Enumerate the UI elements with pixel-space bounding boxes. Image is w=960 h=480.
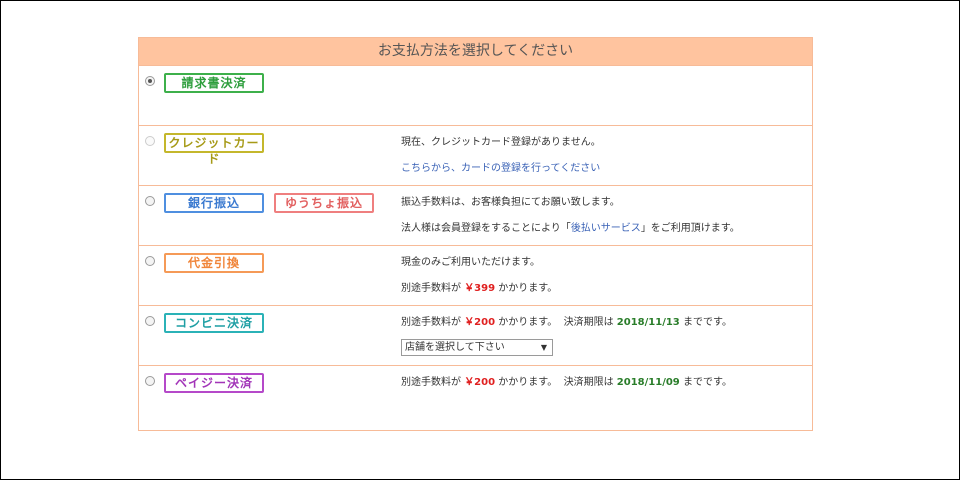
cod-badge[interactable]: 代金引換 [164,253,264,273]
payment-option-bank-transfer: 銀行振込 ゆうちょ振込 振込手数料は、お客様負担にてお願い致します。 法人様は会… [139,186,812,246]
cod-cash-notice: 現金のみご利用いただけます。 [401,257,540,268]
cod-fee: 別途手数料が ￥399 かかります。 [401,282,801,308]
cod-info: 現金のみご利用いただけます。 別途手数料が ￥399 かかります。 [401,256,801,308]
credit-card-badge[interactable]: クレジットカード [164,133,264,166]
credit-card-radio[interactable] [145,136,155,146]
credit-card-notice: 現在、クレジットカード登録がありません。 [401,137,601,148]
payment-option-cod: 代金引換 現金のみご利用いただけます。 別途手数料が ￥399 かかります。 [139,246,812,306]
payeasy-deadline-post: までです。 [682,377,732,388]
bank-fee-notice: 振込手数料は、お客様負担にてお願い致します。 [401,197,620,208]
corporate-notice: 法人様は会員登録をすることにより「後払いサービス」をご利用頂けます。 [401,222,801,248]
corporate-notice-pre: 法人様は会員登録をすることにより「 [401,223,571,234]
payeasy-fee-pre: 別途手数料が [401,377,461,388]
cod-radio[interactable] [145,256,155,266]
payment-option-invoice: 請求書決済 [139,66,812,126]
payeasy-deadline-pre: 決済期限は [563,377,614,388]
credit-card-info: 現在、クレジットカード登録がありません。 こちらから、カードの登録を行ってくださ… [401,136,801,188]
bank-transfer-radio[interactable] [145,196,155,206]
card-register-link[interactable]: こちらから、カードの登録を行ってください [401,163,600,174]
conv-deadline-post: までです。 [682,317,732,328]
conv-deadline-date: 2018/11/13 [616,317,680,328]
payment-method-panel: お支払方法を選択してください 請求書決済 クレジットカード 現在、クレジットカー… [138,37,813,431]
convenience-store-info: 別途手数料が ￥200 かかります。 決済期限は 2018/11/13 までです… [401,316,801,356]
deferred-payment-link[interactable]: 後払いサービス [571,223,641,234]
invoice-radio[interactable] [145,76,155,86]
payeasy-badge[interactable]: ペイジー決済 [164,373,264,393]
payeasy-info: 別途手数料が ￥200 かかります。 決済期限は 2018/11/09 までです… [401,376,801,402]
bank-transfer-info: 振込手数料は、お客様負担にてお願い致します。 法人様は会員登録をすることにより「… [401,196,801,248]
payeasy-fee: 別途手数料が ￥200 かかります。 決済期限は 2018/11/09 までです… [401,376,801,402]
cod-fee-post: かかります。 [498,283,558,294]
invoice-badge[interactable]: 請求書決済 [164,73,264,93]
store-select-value: 店舗を選択して下さい [405,342,505,353]
payeasy-fee-post: かかります。 [498,377,558,388]
payeasy-deadline-date: 2018/11/09 [616,377,680,388]
conv-fee-post: かかります。 [498,317,558,328]
payment-option-convenience-store: コンビニ決済 別途手数料が ￥200 かかります。 決済期限は 2018/11/… [139,306,812,366]
yucho-transfer-badge[interactable]: ゆうちょ振込 [274,193,374,213]
convenience-store-badge[interactable]: コンビニ決済 [164,313,264,333]
bank-transfer-badge[interactable]: 銀行振込 [164,193,264,213]
corporate-notice-post: 」をご利用頂けます。 [640,223,740,234]
store-select[interactable]: 店舗を選択して下さい ▼ [401,339,553,356]
dropdown-arrow-icon: ▼ [540,343,547,352]
convenience-store-radio[interactable] [145,316,155,326]
cod-fee-price: ￥399 [464,283,496,294]
payeasy-fee-price: ￥200 [464,377,496,388]
payment-option-credit-card: クレジットカード 現在、クレジットカード登録がありません。 こちらから、カードの… [139,126,812,186]
conv-fee-pre: 別途手数料が [401,317,461,328]
conv-fee-price: ￥200 [464,317,496,328]
payeasy-radio[interactable] [145,376,155,386]
cod-fee-pre: 別途手数料が [401,283,461,294]
conv-deadline-pre: 決済期限は [563,317,614,328]
panel-title: お支払方法を選択してください [139,38,812,66]
payment-option-payeasy: ペイジー決済 別途手数料が ￥200 かかります。 決済期限は 2018/11/… [139,366,812,428]
